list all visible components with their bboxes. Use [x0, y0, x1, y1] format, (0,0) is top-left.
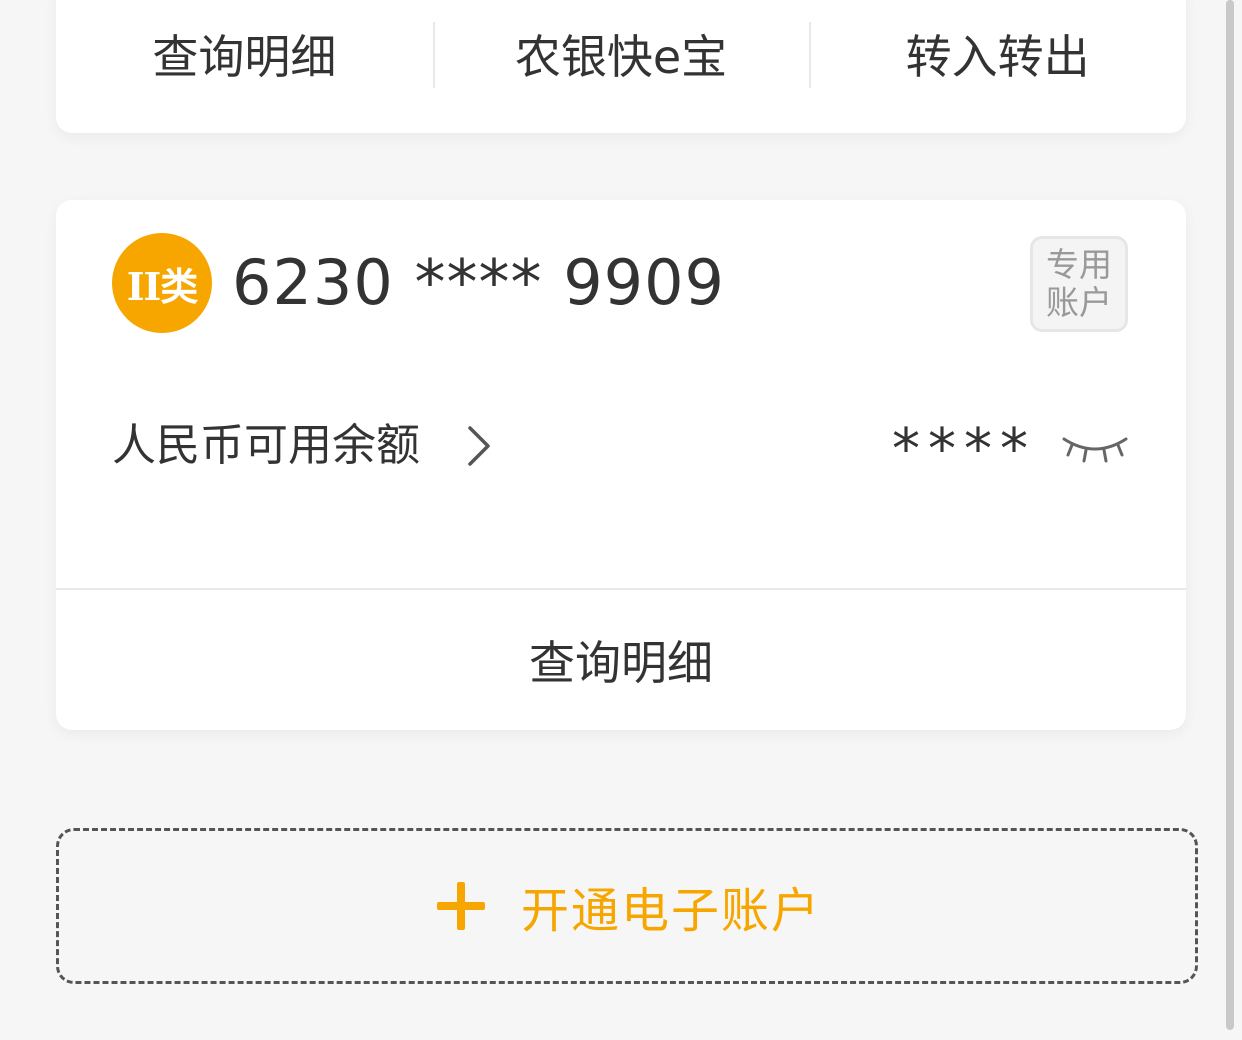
balance-label-row[interactable]: 人民币可用余额 [112, 418, 494, 474]
plus-icon [436, 882, 485, 930]
tag-line-1: 专用 [1046, 245, 1112, 284]
page: 查询明细 农银快e宝 转入转出 II类 6230 **** 9909 专用 账户… [0, 0, 1242, 1040]
open-e-account-label: 开通电子账户 [520, 883, 821, 939]
account-class-badge: II类 [112, 233, 212, 333]
query-details-button[interactable]: 查询明细 [56, 590, 1186, 730]
scrollbar[interactable] [1226, 0, 1234, 1030]
nongyin-kuai-e-bao-action[interactable]: 农银快e宝 [432, 12, 810, 102]
chevron-right-icon [468, 426, 490, 466]
quick-actions-row: 查询明细 农银快e宝 转入转出 [56, 0, 1186, 113]
quick-actions-card: 查询明细 农银快e宝 转入转出 [56, 0, 1186, 133]
balance-label: 人民币可用余额 [112, 420, 420, 471]
special-account-tag: 专用 账户 [1030, 236, 1128, 332]
balance-value-group: **** [892, 422, 1130, 478]
account-number: 6230 **** 9909 [232, 246, 725, 319]
open-e-account-button[interactable]: 开通电子账户 [56, 828, 1198, 984]
query-details-action[interactable]: 查询明细 [56, 12, 433, 102]
transfer-in-out-action[interactable]: 转入转出 [809, 12, 1186, 102]
tag-line-2: 账户 [1046, 283, 1112, 322]
account-card: II类 6230 **** 9909 专用 账户 人民币可用余额 **** 查询… [56, 200, 1186, 730]
masked-balance: **** [892, 417, 1036, 482]
eye-closed-icon[interactable] [1060, 433, 1130, 467]
